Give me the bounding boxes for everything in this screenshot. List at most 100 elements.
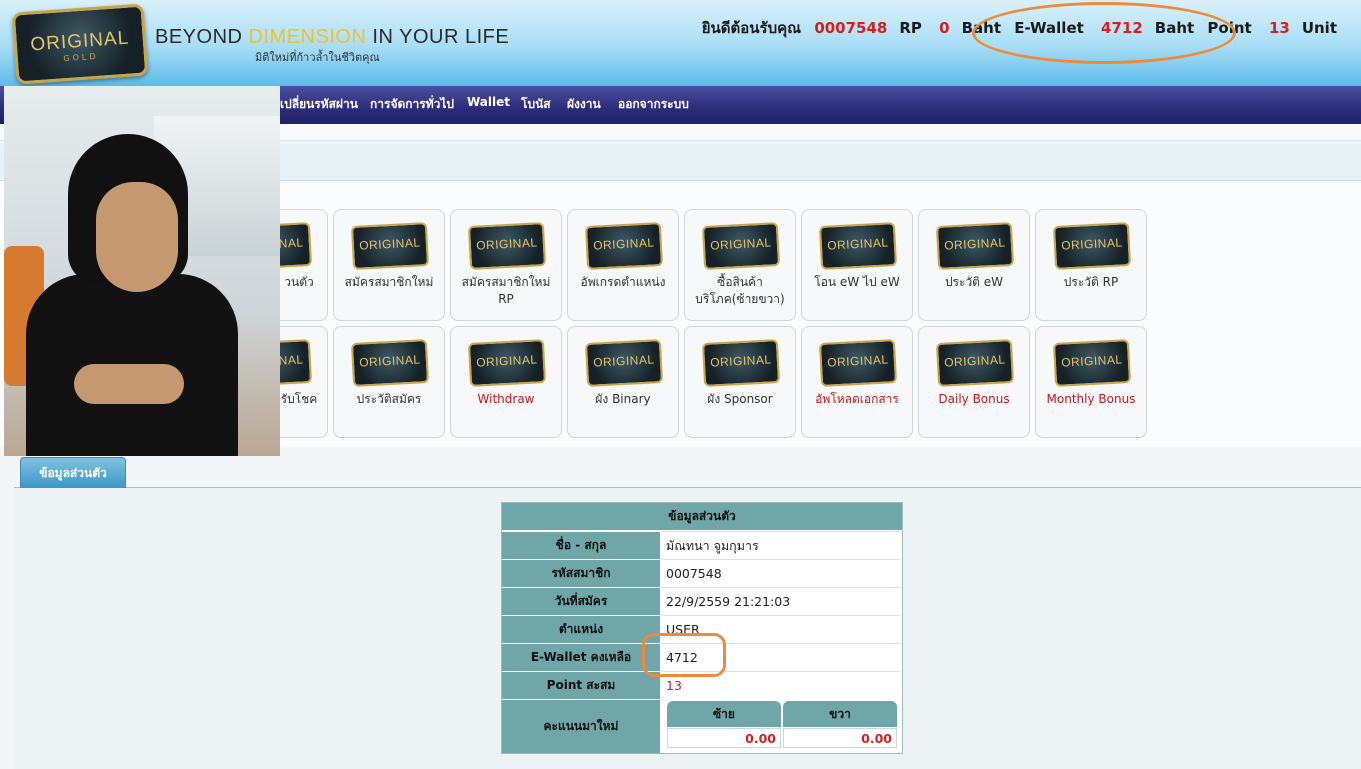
nav-general-management[interactable]: การจัดการทั่วไป xyxy=(370,95,454,114)
tagline-post: IN YOUR LIFE xyxy=(366,26,510,48)
rp-value: 0 xyxy=(939,19,950,37)
tile-buy-products[interactable]: ORIGINAL ซื้อสินค้าบริโภค(ซ้ายขวา) xyxy=(684,209,796,321)
nav-chart[interactable]: ผังงาน xyxy=(567,95,601,114)
tile-icon-text: ORIGINAL xyxy=(592,352,655,370)
tile-label: ซื้อสินค้าบริโภค(ซ้ายขวา) xyxy=(695,275,785,306)
row-value-signup-date: 22/9/2559 21:21:03 xyxy=(662,587,900,614)
tagline: BEYOND DIMENSION IN YOUR LIFE xyxy=(155,26,509,49)
score-right-value: 0.00 xyxy=(783,728,897,748)
tile-icon-text: ORIGINAL xyxy=(358,352,421,370)
photo-person-face xyxy=(96,182,178,292)
row-label-position: ตำแหน่ง xyxy=(502,615,660,643)
row-label-new-score: คะแนนมาใหม่ xyxy=(502,699,660,753)
tile-icon-text: ORIGINAL xyxy=(709,235,772,253)
highlight-box xyxy=(642,633,726,677)
tile-icon-text: ORIGINAL xyxy=(1060,235,1123,253)
tile-label: อัพเกรดตำแหน่ง xyxy=(580,275,666,289)
row-label-signup-date: วันที่สมัคร xyxy=(502,587,660,615)
tagline-subtitle: มิติใหม่ที่ก้าวล้ำในชีวิตคุณ xyxy=(255,51,380,64)
tile-icon-text: ORIGINAL xyxy=(592,235,655,253)
tile-label: Withdraw xyxy=(477,392,535,406)
original-logo-icon: ORIGINAL xyxy=(818,339,898,387)
tile-label: อัพโหลดเอกสาร xyxy=(815,392,899,406)
personal-info-table: ข้อมูลส่วนตัว ชื่อ - สกุล มัณทนา จูมกุมา… xyxy=(501,502,903,754)
table-title: ข้อมูลส่วนตัว xyxy=(502,503,902,530)
member-id: 0007548 xyxy=(814,19,888,37)
original-logo-icon: ORIGINAL xyxy=(1052,222,1132,270)
new-score-box: ซ้าย ขวา 0.00 0.00 xyxy=(667,701,897,749)
tile-label: Monthly Bonus xyxy=(1046,392,1136,406)
score-left-header: ซ้าย xyxy=(667,701,781,727)
original-logo-icon: ORIGINAL xyxy=(350,339,430,387)
tile-icon-text: ORIGINAL xyxy=(943,352,1006,370)
tile-upload-documents[interactable]: ORIGINAL อัพโหลดเอกสาร xyxy=(801,326,913,438)
tile-label: รับโชค xyxy=(280,392,318,406)
row-label-ewallet: E-Wallet คงเหลือ xyxy=(502,643,660,671)
tile-sponsor-chart[interactable]: ORIGINAL ผัง Sponsor xyxy=(684,326,796,438)
tile-label: วนตัว xyxy=(284,275,314,289)
tile-icon-text: ORIGINAL xyxy=(475,235,538,253)
tile-icon-text: ORIGINAL xyxy=(1060,352,1123,370)
tile-upgrade-position[interactable]: ORIGINAL อัพเกรดตำแหน่ง xyxy=(567,209,679,321)
tile-icon-text: ORIGINAL xyxy=(358,235,421,253)
row-label-points: Point สะสม xyxy=(502,671,660,699)
header: ORIGINAL GOLD BEYOND DIMENSION IN YOUR L… xyxy=(0,0,1361,86)
tile-withdraw[interactable]: ORIGINAL Withdraw xyxy=(450,326,562,438)
profile-photo xyxy=(4,86,280,456)
original-logo-icon: ORIGINAL xyxy=(467,339,547,387)
tile-icon-text: ORIGINAL xyxy=(943,235,1006,253)
tile-new-member[interactable]: ORIGINAL สมัครสมาชิกใหม่ xyxy=(333,209,445,321)
rp-label: RP xyxy=(899,19,922,37)
score-right-header: ขวา xyxy=(783,701,897,727)
original-logo-icon: ORIGINAL xyxy=(701,339,781,387)
tile-label: ประวัติ eW xyxy=(944,275,1004,289)
tile-label: ประวัติ RP xyxy=(1063,275,1119,289)
row-value-member-id: 0007548 xyxy=(662,559,900,586)
row-label-name: ชื่อ - สกุล xyxy=(502,531,660,559)
tile-new-member-rp[interactable]: ORIGINAL สมัครสมาชิกใหม่ RP xyxy=(450,209,562,321)
nav-wallet[interactable]: Wallet xyxy=(467,95,510,109)
tile-icon-text: ORIGINAL xyxy=(826,352,889,370)
photo-person-arm xyxy=(74,364,184,404)
tile-label: สมัครสมาชิกใหม่ xyxy=(344,275,434,289)
row-value-name: มัณทนา จูมกุมาร xyxy=(662,531,900,558)
row-label-member-id: รหัสสมาชิก xyxy=(502,559,660,587)
nav-change-password[interactable]: เปลี่ยนรหัสผ่าน xyxy=(280,95,358,114)
welcome-label: ยินดีต้อนรับคุณ xyxy=(701,19,802,37)
original-logo-icon: ORIGINAL xyxy=(935,339,1015,387)
tile-icon-text: ORIGINAL xyxy=(475,352,538,370)
nav-bonus[interactable]: โบนัส xyxy=(521,95,551,114)
tile-icon-text: ORIGINAL xyxy=(826,235,889,253)
highlight-oval xyxy=(972,2,1236,64)
tile-daily-bonus[interactable]: ORIGINAL Daily Bonus xyxy=(918,326,1030,438)
tile-label: สมัครสมาชิกใหม่ RP xyxy=(461,275,551,306)
original-logo-icon: ORIGINAL xyxy=(584,222,664,270)
nav-logout[interactable]: ออกจากระบบ xyxy=(618,95,689,114)
original-logo-icon: ORIGINAL xyxy=(467,222,547,270)
tile-icon-text: ORIGINAL xyxy=(709,352,772,370)
original-logo-icon: ORIGINAL xyxy=(818,222,898,270)
tile-ew-history[interactable]: ORIGINAL ประวัติ eW xyxy=(918,209,1030,321)
point-value: 13 xyxy=(1268,19,1290,37)
tab-bar: ข้อมูลส่วนตัว xyxy=(14,449,1361,488)
tab-personal-info[interactable]: ข้อมูลส่วนตัว xyxy=(20,457,126,488)
tile-label: ผัง Binary xyxy=(595,392,651,406)
tile-signup-history[interactable]: ORIGINAL ประวัติสมัคร xyxy=(333,326,445,438)
original-logo-icon: ORIGINAL xyxy=(1052,339,1132,387)
unit-label: Unit xyxy=(1301,19,1337,37)
original-logo-icon: ORIGINAL xyxy=(350,222,430,270)
tile-label: Daily Bonus xyxy=(938,392,1010,406)
original-logo-icon: ORIGINAL xyxy=(584,339,664,387)
tile-label: ผัง Sponsor xyxy=(707,392,773,406)
tile-rp-history[interactable]: ORIGINAL ประวัติ RP xyxy=(1035,209,1147,321)
tile-label: โอน eW ไป eW xyxy=(814,275,900,289)
tagline-pre: BEYOND xyxy=(155,26,249,48)
tile-label: ประวัติสมัคร xyxy=(356,392,422,406)
tagline-highlight: DIMENSION xyxy=(248,26,367,48)
tile-binary-chart[interactable]: ORIGINAL ผัง Binary xyxy=(567,326,679,438)
brand-logo[interactable]: ORIGINAL GOLD xyxy=(11,3,149,85)
tile-monthly-bonus[interactable]: ORIGINAL Monthly Bonus xyxy=(1035,326,1147,438)
original-logo-icon: ORIGINAL xyxy=(935,222,1015,270)
tile-transfer-ew[interactable]: ORIGINAL โอน eW ไป eW xyxy=(801,209,913,321)
original-logo-icon: ORIGINAL xyxy=(701,222,781,270)
